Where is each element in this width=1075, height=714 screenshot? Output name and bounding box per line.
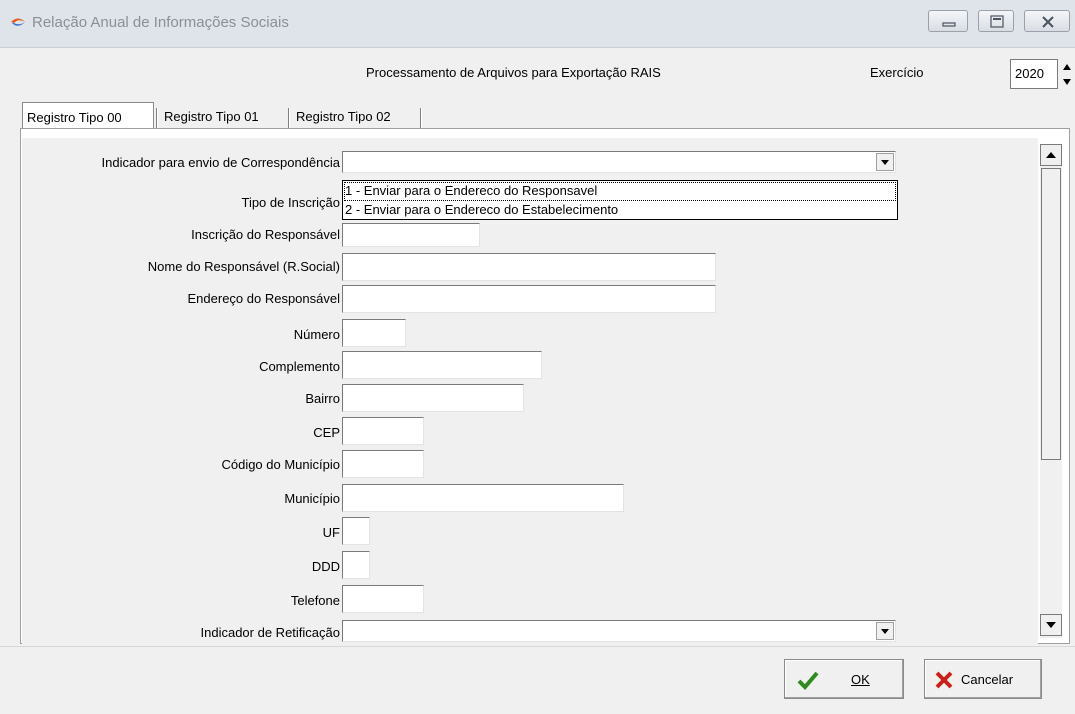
ok-label: OK [851,672,870,687]
main-window: Relação Anual de Informações Sociais Pro… [0,0,1075,714]
row-telefone: Telefone [22,590,340,612]
row-endereco-responsavel: Endereço do Responsável [22,288,341,310]
field-label: Indicador para envio de Correspondência [101,155,341,170]
close-icon [1042,16,1054,28]
spin-up-icon[interactable] [1061,60,1073,74]
tab-label: Registro Tipo 00 [27,110,122,125]
indicador-correspondencia-combo[interactable] [342,151,896,173]
footer-bar: OK Cancelar [0,646,1075,714]
close-button[interactable] [1024,10,1070,32]
chevron-down-icon [881,160,889,165]
header-bar: Processamento de Arquivos para Exportaçã… [0,48,1075,98]
cep-input[interactable] [342,417,424,445]
field-label: Município [284,491,340,506]
field-label: Indicador de Retificação [200,625,340,640]
scroll-down-button[interactable] [1040,614,1062,636]
scroll-up-button[interactable] [1040,144,1062,166]
nome-responsavel-input[interactable] [342,253,716,281]
row-nome-responsavel: Nome do Responsável (R.Social) [22,256,340,278]
title-bar[interactable]: Relação Anual de Informações Sociais [0,0,1075,48]
municipio-input[interactable] [342,484,624,512]
codigo-municipio-input[interactable] [342,450,424,478]
minimize-icon [942,22,956,27]
inscricao-responsavel-input[interactable] [342,223,480,247]
bairro-input[interactable] [342,384,524,412]
tab-separator [288,108,290,128]
chevron-down-icon [881,629,889,634]
row-indicador-retificacao: Indicador de Retificação [22,622,340,644]
field-label: Tipo de Inscrição [241,195,340,210]
maximize-button[interactable] [978,10,1014,32]
ddd-input[interactable] [342,551,370,579]
field-label: Complemento [259,359,340,374]
tab-registro-01[interactable]: Registro Tipo 01 [160,104,288,130]
dropdown-option[interactable]: 2 - Enviar para o Endereco do Estabeleci… [345,202,618,219]
page-title: Processamento de Arquivos para Exportaçã… [366,65,661,80]
cancel-label: Cancelar [961,672,1014,687]
tab-label: Registro Tipo 02 [296,109,391,124]
tab-registro-02[interactable]: Registro Tipo 02 [292,104,422,130]
row-cep: CEP [22,422,340,444]
exercicio-label: Exercício [870,65,924,80]
exercicio-value[interactable]: 2020 [1015,66,1044,81]
telefone-input[interactable] [342,585,424,613]
field-label: Telefone [290,593,340,608]
field-label: UF [322,525,340,540]
numero-input[interactable] [342,319,406,347]
field-label: Número [293,327,340,342]
field-label: Nome do Responsável (R.Social) [147,259,340,274]
cancel-button[interactable]: Cancelar [924,659,1042,699]
tab-separator [420,108,422,128]
field-label: Bairro [305,391,340,406]
combo-dropdown-button[interactable] [876,153,894,171]
minimize-button[interactable] [928,10,968,32]
row-municipio: Município [22,488,340,510]
chevron-down-icon [1046,622,1056,628]
window-title: Relação Anual de Informações Sociais [32,14,289,31]
chevron-up-icon [1046,152,1056,158]
row-bairro: Bairro [22,388,340,410]
row-uf: UF [22,522,340,544]
field-label: Endereço do Responsável [187,291,341,306]
field-label: CEP [313,425,340,440]
spin-down-icon[interactable] [1061,75,1073,89]
row-complemento: Complemento [22,356,340,378]
row-codigo-municipio: Código do Município [22,454,340,476]
app-arrow-icon [11,18,25,26]
tab-separator [156,108,158,128]
row-inscricao-responsavel: Inscrição do Responsável [22,224,340,246]
x-icon [935,671,953,689]
tab-label: Registro Tipo 01 [164,109,259,124]
row-numero: Número [22,324,340,346]
field-label: Inscrição do Responsável [191,227,340,242]
exercicio-spinner[interactable]: 2020 [1010,59,1071,89]
scroll-thumb[interactable] [1041,168,1061,460]
endereco-responsavel-input[interactable] [342,285,716,313]
field-label: Código do Município [221,457,340,472]
row-ddd: DDD [22,556,340,578]
field-label: DDD [311,559,340,574]
correspondencia-dropdown-list[interactable]: 1 - Enviar para o Endereco do Responsave… [342,180,898,220]
maximize-icon [990,15,1004,28]
checkmark-icon [797,671,819,690]
ok-button[interactable]: OK [784,659,904,699]
combo-dropdown-button[interactable] [876,622,894,640]
dropdown-option[interactable]: 1 - Enviar para o Endereco do Responsave… [344,182,896,201]
complemento-input[interactable] [342,351,542,379]
uf-input[interactable] [342,517,370,545]
vertical-scrollbar[interactable] [1040,144,1062,638]
row-tipo-inscricao: Tipo de Inscrição [22,192,340,214]
row-indicador-correspondencia: Indicador para envio de Correspondência [22,152,341,174]
indicador-retificacao-combo[interactable] [342,620,896,642]
